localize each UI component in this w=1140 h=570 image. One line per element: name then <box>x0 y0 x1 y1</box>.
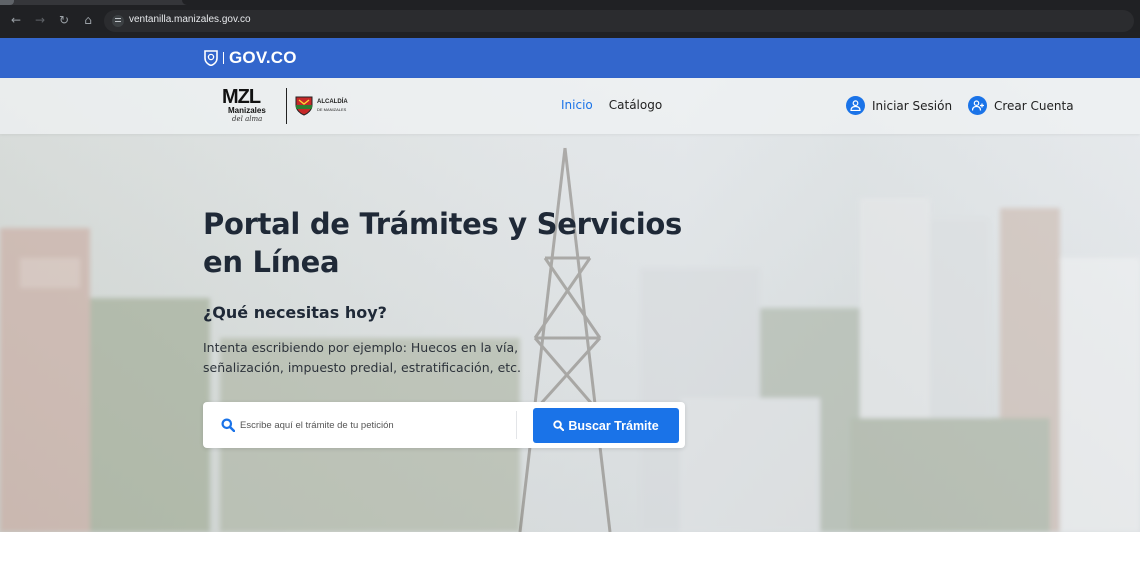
alcaldia-subtitle: DE MANIZALES <box>317 107 347 112</box>
site-header: MZL Manizales del alma ALCALDÍA DE MANIZ… <box>0 78 1140 134</box>
login-button[interactable]: Iniciar Sesión <box>846 96 952 115</box>
login-label: Iniciar Sesión <box>872 98 953 113</box>
search-box: Buscar Trámite <box>203 402 685 448</box>
hero-subtitle: ¿Qué necesitas hoy? <box>203 303 387 322</box>
search-input[interactable] <box>240 415 510 435</box>
search-button[interactable]: Buscar Trámite <box>533 408 679 443</box>
site-info-icon[interactable] <box>112 15 124 27</box>
gov-logo-separator <box>223 52 224 64</box>
address-bar[interactable]: ventanilla.manizales.gov.co <box>104 10 1134 32</box>
add-user-icon <box>968 96 987 115</box>
reload-icon[interactable]: ↻ <box>56 12 72 28</box>
search-divider <box>516 411 517 439</box>
register-label: Crear Cuenta <box>994 98 1074 113</box>
forward-icon[interactable]: → <box>32 12 48 28</box>
register-button[interactable]: Crear Cuenta <box>968 96 1074 115</box>
url-text[interactable]: ventanilla.manizales.gov.co <box>129 14 251 25</box>
alcaldia-shield-icon <box>295 96 313 116</box>
browser-tab[interactable] <box>0 0 14 5</box>
nav-item-catalogo[interactable]: Catálogo <box>609 98 662 112</box>
alcaldia-title: ALCALDÍA <box>317 99 348 105</box>
brand-divider <box>286 88 287 124</box>
brand-logos[interactable]: MZL Manizales del alma ALCALDÍA DE MANIZ… <box>222 86 348 126</box>
search-button-label: Buscar Trámite <box>568 418 659 433</box>
search-button-icon <box>553 420 565 431</box>
page-title: Portal de Trámites y Servicios en Línea <box>203 207 683 279</box>
home-icon[interactable]: ⌂ <box>80 12 96 28</box>
mzl-logo-subtitle: Manizales <box>228 106 266 115</box>
hero-section <box>0 78 1140 532</box>
user-icon <box>846 96 865 115</box>
gov-co-text: GOV.CO <box>229 48 297 67</box>
browser-tab-strip-bg <box>182 0 1140 5</box>
gov-co-logo[interactable]: GOV.CO <box>204 48 297 68</box>
gov-co-bar: GOV.CO <box>0 38 1140 78</box>
back-icon[interactable]: ← <box>8 12 24 28</box>
colombia-shield-icon <box>204 50 218 66</box>
mzl-logo-tagline: del alma <box>232 115 263 123</box>
alcaldia-logo-text: ALCALDÍA DE MANIZALES <box>317 99 348 113</box>
nav-item-inicio[interactable]: Inicio <box>561 98 593 112</box>
mzl-logo[interactable]: MZL Manizales del alma <box>222 86 280 126</box>
city-background-image <box>0 147 1140 532</box>
search-icon <box>221 417 236 433</box>
browser-toolbar: ← → ↻ ⌂ ventanilla.manizales.gov.co <box>0 0 1140 38</box>
hero-description: Intenta escribiendo por ejemplo: Huecos … <box>203 340 522 375</box>
main-nav: Inicio Catálogo <box>561 98 662 112</box>
